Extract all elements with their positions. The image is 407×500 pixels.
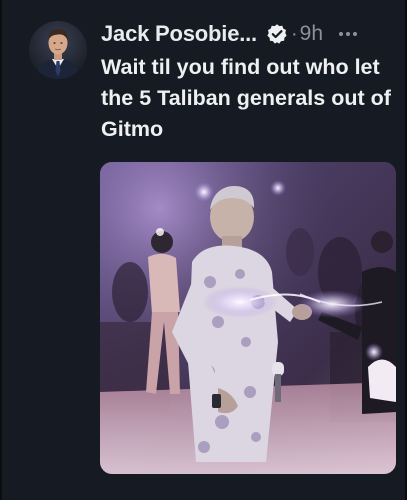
tweet-header: Jack Posobie... · 9h bbox=[101, 16, 401, 52]
tweet[interactable]: Jack Posobie... · 9h Wait til you find o… bbox=[0, 0, 407, 500]
more-options-icon[interactable] bbox=[339, 24, 357, 44]
verified-badge-icon bbox=[266, 23, 288, 45]
avatar[interactable] bbox=[29, 21, 87, 79]
tweet-media-image[interactable] bbox=[100, 162, 396, 474]
avatar-image bbox=[29, 21, 87, 79]
timestamp[interactable]: 9h bbox=[300, 22, 323, 46]
screenshot-frame: Jack Posobie... · 9h Wait til you find o… bbox=[0, 0, 407, 500]
media-photo bbox=[100, 162, 396, 474]
tweet-text: Wait til you find out who let the 5 Tali… bbox=[101, 55, 391, 141]
author-name[interactable]: Jack Posobie... bbox=[101, 21, 257, 47]
separator-dot: · bbox=[290, 22, 298, 45]
